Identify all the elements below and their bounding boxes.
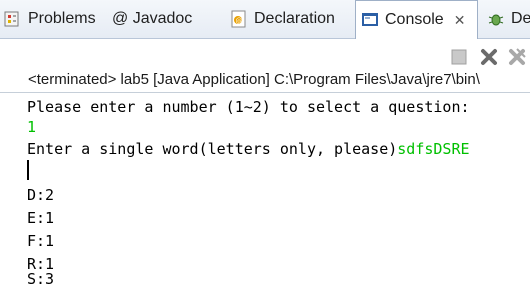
svg-text:@: @ bbox=[236, 17, 243, 25]
tab-label: Declaration bbox=[254, 10, 335, 27]
declaration-icon: @ bbox=[230, 10, 248, 28]
tab-label: @ Javadoc bbox=[112, 10, 193, 27]
result-line: S:3 bbox=[27, 270, 55, 288]
tab-console[interactable]: Console ✕ bbox=[355, 0, 478, 39]
console-icon bbox=[361, 11, 379, 29]
tab-declaration[interactable]: @ Declaration bbox=[230, 0, 335, 38]
console-toolbar bbox=[0, 40, 530, 70]
close-icon[interactable]: ✕ bbox=[454, 12, 466, 29]
terminate-icon[interactable] bbox=[450, 48, 468, 66]
console-user-input: sdfsDSRE bbox=[397, 140, 470, 158]
remove-all-terminated-icon[interactable] bbox=[508, 48, 526, 66]
launch-status: <terminated> lab5 [Java Application] C:\… bbox=[28, 71, 480, 88]
result-line: F:1 bbox=[27, 232, 55, 250]
console-prompt: Please enter a number (1~2) to select a … bbox=[27, 98, 470, 116]
console-output[interactable]: Please enter a number (1~2) to select a … bbox=[0, 92, 530, 289]
tab-label: De bbox=[511, 10, 530, 27]
tab-javadoc[interactable]: @ Javadoc bbox=[112, 0, 192, 38]
view-tab-bar: Problems @ Javadoc @ Declaration Console… bbox=[0, 0, 530, 39]
tab-label: Problems bbox=[28, 10, 96, 27]
problems-icon bbox=[4, 10, 22, 28]
text-caret bbox=[27, 160, 29, 180]
tab-debug[interactable]: De bbox=[487, 0, 530, 38]
tab-label: Console bbox=[385, 11, 444, 28]
tab-problems[interactable]: Problems bbox=[4, 0, 96, 38]
console-prompt: Enter a single word(letters only, please… bbox=[27, 140, 398, 158]
remove-launch-icon[interactable] bbox=[480, 48, 498, 66]
result-line: D:2 bbox=[27, 186, 55, 204]
result-line: E:1 bbox=[27, 209, 55, 227]
console-prompt-line: Enter a single word(letters only, please… bbox=[27, 139, 470, 159]
debug-icon bbox=[487, 10, 505, 28]
console-user-input: 1 bbox=[27, 118, 37, 136]
